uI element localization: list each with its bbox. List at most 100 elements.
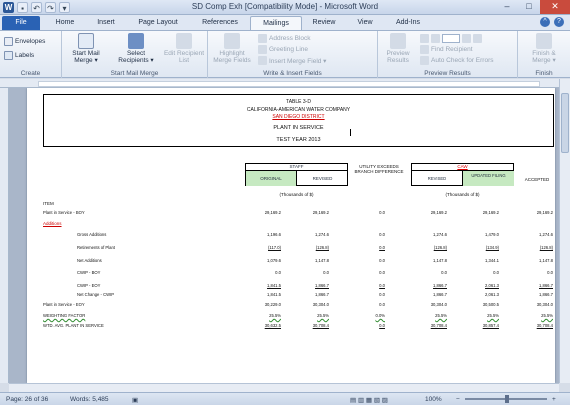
minimize-ribbon-icon[interactable]: ^ (540, 17, 550, 27)
caw-label: CAW (412, 164, 513, 171)
tab-add-ins[interactable]: Add-Ins (388, 16, 428, 30)
window-controls: – □ ✕ (496, 0, 570, 14)
row-value: 25.5% (541, 313, 553, 318)
proofing-icon[interactable]: ▣ (132, 396, 138, 404)
row-label: CWIP - EOY (77, 283, 101, 288)
row-value: 30,708.4 (312, 323, 329, 328)
row-value: 30,632.5 (264, 323, 281, 328)
find-recipient-button[interactable]: Find Recipient (420, 45, 473, 54)
company-name: CALIFORNIA-AMERICAN WATER COMPANY (246, 107, 351, 113)
start-mail-merge-button[interactable]: Start Mail Merge ▾ (66, 33, 106, 64)
previous-record-icon[interactable] (431, 34, 440, 43)
group-write-insert-label: Write & Insert Fields (263, 70, 322, 77)
tab-page-layout[interactable]: Page Layout (130, 16, 186, 30)
row-value: (117.0) (268, 245, 281, 250)
help-icon[interactable]: ? (554, 17, 564, 27)
row-value: 0.0 (379, 323, 385, 328)
address-block-button[interactable]: Address Block (258, 34, 311, 43)
table-row: WTD. AVG. PLANT IN SERVICE 30,632.5 30,708… (43, 323, 553, 330)
auto-check-errors-button[interactable]: Auto Check for Errors (420, 56, 494, 65)
find-recipient-icon (420, 45, 429, 54)
first-record-icon[interactable] (420, 34, 429, 43)
vertical-scroll-thumb[interactable] (561, 93, 569, 153)
row-value: 30,304.0 (430, 302, 447, 307)
tab-home[interactable]: Home (50, 16, 80, 30)
close-button[interactable]: ✕ (540, 0, 570, 14)
highlight-merge-fields-button[interactable]: Highlight Merge Fields (212, 33, 252, 64)
zoom-in-icon[interactable]: + (552, 396, 556, 403)
row-value: 0.0 (379, 302, 385, 307)
envelopes-button[interactable]: Envelopes (4, 37, 45, 46)
row-value: 0.0 (323, 270, 329, 275)
horizontal-ruler[interactable] (0, 79, 570, 88)
row-value: 1,866.7 (539, 283, 553, 288)
item-label: ITEM (43, 201, 54, 206)
maximize-button[interactable]: □ (518, 0, 540, 14)
row-label: Plant in Service - BOY (43, 210, 85, 215)
tab-mailings[interactable]: Mailings (250, 16, 302, 30)
row-value: 30,708.4 (430, 323, 447, 328)
table-row: WEIGHTING FACTOR 25.5% 25.5% 0.0% 25.5% 25.5%… (43, 313, 553, 320)
tab-review[interactable]: Review (306, 16, 342, 30)
row-value: (126.8) (433, 245, 447, 250)
last-record-icon[interactable] (473, 34, 482, 43)
ribbon: Envelopes Labels Create Start Mail Merge… (0, 30, 570, 78)
row-value: 0.0 (493, 270, 499, 275)
preview-results-icon (390, 33, 406, 49)
table-row: Net Change - CWIP 1,841.5 1,866.7 0.0 1,866.… (43, 292, 553, 299)
row-value: 30,304.0 (312, 302, 329, 307)
greeting-line-button[interactable]: Greeting Line (258, 45, 308, 54)
group-finish: Finish & Merge ▾ Finish (518, 31, 570, 78)
record-navigation[interactable] (420, 34, 482, 43)
accepted-column-label: ACCEPTED (524, 177, 550, 182)
view-buttons[interactable]: ▤ ▥ ▦ ▧ ▨ (350, 396, 388, 404)
staff-column-header: STAFF ORIGINAL REVISED (245, 163, 348, 186)
table-row: CWIP - BOY 0.0 0.0 0.0 0.0 0.0 0.0 (43, 270, 553, 277)
staff-units-label: (Thousands of $) (279, 192, 314, 197)
insert-merge-field-icon (258, 56, 267, 65)
horizontal-scrollbar[interactable] (9, 383, 559, 392)
zoom-out-icon[interactable]: − (456, 396, 460, 403)
zoom-level[interactable]: 100% (425, 396, 442, 403)
zoom-slider-thumb[interactable] (505, 395, 509, 403)
row-value: 1,479.0 (485, 232, 499, 237)
next-record-icon[interactable] (462, 34, 471, 43)
labels-label: Labels (15, 52, 35, 59)
tab-file[interactable]: File (2, 16, 40, 30)
document-page[interactable]: TABLE 3-D CALIFORNIA-AMERICAN WATER COMP… (27, 88, 555, 383)
tab-view[interactable]: View (350, 16, 380, 30)
caw-revised-label: REVISED (412, 171, 463, 186)
minimize-button[interactable]: – (496, 0, 518, 14)
staff-label: STAFF (246, 164, 347, 171)
ribbon-help-area: ^ ? (540, 17, 564, 27)
record-number-input[interactable] (442, 34, 460, 43)
document-area: TABLE 3-D CALIFORNIA-AMERICAN WATER COMP… (9, 88, 559, 383)
page-count[interactable]: Page: 26 of 36 (6, 396, 48, 403)
row-value: 1,841.5 (267, 292, 281, 297)
status-bar: Page: 26 of 36 Words: 5,485 ▣ ▤ ▥ ▦ ▧ ▨ … (0, 392, 570, 405)
tab-insert[interactable]: Insert (88, 16, 124, 30)
row-value: 0.0 (379, 232, 385, 237)
finish-merge-button[interactable]: Finish & Merge ▾ (524, 33, 564, 64)
tab-references[interactable]: References (194, 16, 246, 30)
vertical-scrollbar[interactable] (559, 79, 570, 383)
original-column-label: ORIGINAL (246, 171, 297, 186)
table-row: Gross Additions 1,196.6 1,274.6 0.0 1,274.6 1… (43, 232, 553, 239)
edit-recipient-list-button[interactable]: Edit Recipient List (162, 33, 206, 64)
row-value: 1,079.6 (267, 258, 281, 263)
word-count[interactable]: Words: 5,485 (70, 396, 109, 403)
row-value: 0.0 (275, 270, 281, 275)
row-value: 29,169.2 (482, 210, 499, 215)
row-value: 30,708.4 (536, 323, 553, 328)
preview-results-button[interactable]: Preview Results (382, 33, 414, 64)
caw-column-header: CAW REVISED UPDATED FILING (411, 163, 514, 186)
insert-merge-field-button[interactable]: Insert Merge Field ▾ (258, 56, 326, 65)
vertical-ruler[interactable] (0, 88, 9, 383)
row-value: 0.0 (379, 245, 385, 250)
row-value: 25.5% (317, 313, 329, 318)
row-value: 0.0 (379, 292, 385, 297)
row-value: 0.0 (379, 210, 385, 215)
ruler-text-area (38, 81, 540, 87)
labels-button[interactable]: Labels (4, 51, 34, 60)
select-recipients-button[interactable]: Select Recipients ▾ (114, 33, 158, 64)
